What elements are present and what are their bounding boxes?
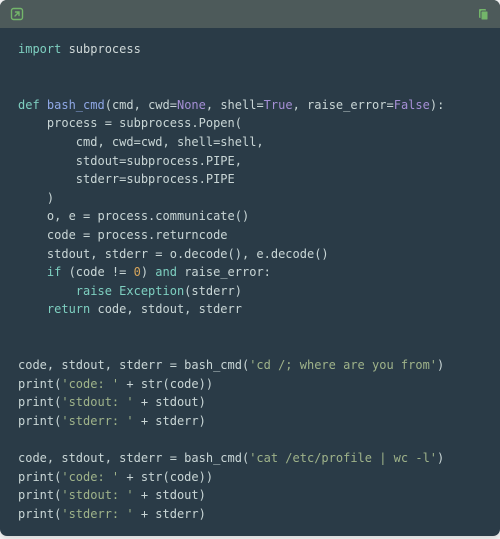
code-token: 'stderr: ' [61, 507, 133, 521]
code-token: + stderr) [134, 507, 206, 521]
code-token: print( [18, 414, 61, 428]
copy-icon[interactable] [476, 7, 490, 21]
code-token: print( [18, 488, 61, 502]
code-token: False [394, 98, 430, 112]
code-token: subprocess [61, 42, 140, 56]
code-token: stdout, stderr = o.decode(), e.decode() [18, 247, 329, 261]
code-token: + str(code)) [119, 470, 213, 484]
code-token: ) [141, 265, 155, 279]
code-token: ) [18, 191, 54, 205]
code-token: stderr=subprocess.PIPE [18, 172, 235, 186]
code-token: print( [18, 470, 61, 484]
code-token: def [18, 98, 40, 112]
code-token: Exception [112, 284, 184, 298]
code-token: raise [18, 284, 112, 298]
code-editor[interactable]: import subprocess def bash_cmd(cmd, cwd=… [0, 28, 500, 536]
code-token: code, stdout, stderr = bash_cmd( [18, 358, 249, 372]
code-token: + stderr) [134, 414, 206, 428]
code-token: (cmd, cwd= [105, 98, 177, 112]
code-token: code, stdout, stderr [90, 302, 242, 316]
code-token: stdout=subprocess.PIPE, [18, 154, 242, 168]
code-token: print( [18, 395, 61, 409]
code-token: process = subprocess.Popen( [18, 116, 242, 130]
code-token: 'cd /; where are you from' [249, 358, 437, 372]
code-token: + stdout) [134, 395, 206, 409]
code-token: ): [430, 98, 444, 112]
code-token: 'stdout: ' [61, 395, 133, 409]
code-token: print( [18, 507, 61, 521]
code-token: import [18, 42, 61, 56]
code-token: 'code: ' [61, 377, 119, 391]
code-token: None [177, 98, 206, 112]
code-token: o, e = process.communicate() [18, 209, 249, 223]
code-cell-window: import subprocess def bash_cmd(cmd, cwd=… [0, 0, 500, 536]
code-token: print( [18, 377, 61, 391]
code-token: raise_error: [177, 265, 271, 279]
code-token: ) [437, 451, 444, 465]
code-token: 'stderr: ' [61, 414, 133, 428]
code-token: 'stdout: ' [61, 488, 133, 502]
code-token: code = process.returncode [18, 228, 228, 242]
expand-icon[interactable] [10, 7, 24, 21]
code-token: (stderr) [184, 284, 242, 298]
code-cell-titlebar [0, 0, 500, 28]
code-token: True [264, 98, 293, 112]
code-token: if [18, 265, 61, 279]
code-token: cmd, cwd=cwd, shell=shell, [18, 135, 264, 149]
code-token: 0 [134, 265, 141, 279]
code-token: 'code: ' [61, 470, 119, 484]
code-token: , raise_error= [293, 98, 394, 112]
code-token: , shell= [206, 98, 264, 112]
code-token: 'cat /etc/profile | wc -l' [249, 451, 437, 465]
code-token: + stdout) [134, 488, 206, 502]
code-token: code, stdout, stderr = bash_cmd( [18, 451, 249, 465]
code-token: return [18, 302, 90, 316]
code-token: ) [437, 358, 444, 372]
code-token: and [155, 265, 177, 279]
code-token: + str(code)) [119, 377, 213, 391]
code-token: bash_cmd [40, 98, 105, 112]
code-token: (code != [61, 265, 133, 279]
